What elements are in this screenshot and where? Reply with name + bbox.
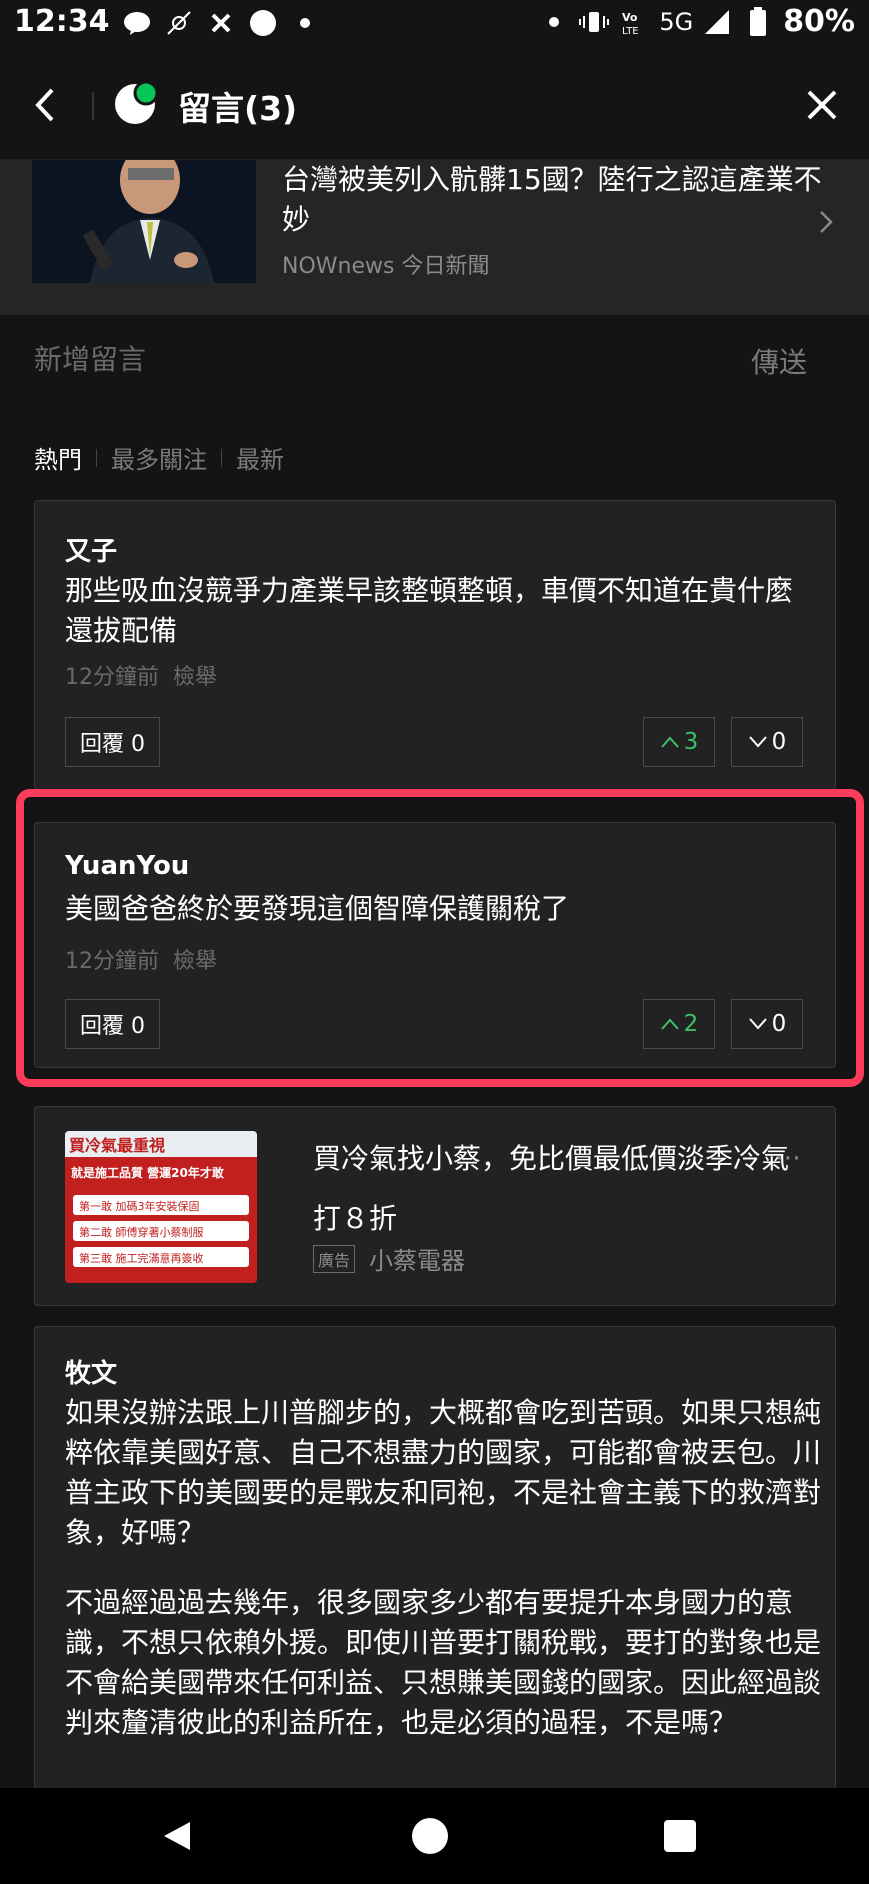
reply-button[interactable]: 回覆 0 xyxy=(65,717,160,767)
battery-percent: 80% xyxy=(783,4,855,39)
comment-card: 牧文 如果沒辦法跟上川普腳步的，大概都會吃到苦頭。如果只想純粹依靠美國好意、自己… xyxy=(34,1326,836,1796)
satellite-icon xyxy=(164,8,194,38)
tab-newest[interactable]: 最新 xyxy=(236,440,284,475)
svg-text:LTE: LTE xyxy=(622,26,639,37)
comment-time: 12分鐘前 xyxy=(65,949,159,974)
comment-text: 那些吸血沒競爭力產業早該整頓整頓，車價不知道在貴什麼還拔配備 xyxy=(65,574,794,647)
chevron-left-icon xyxy=(35,88,54,122)
ad-badge: 廣告 xyxy=(313,1245,356,1273)
tab-most-followed[interactable]: 最多關注 xyxy=(111,440,207,475)
downvote-count: 0 xyxy=(771,1011,787,1037)
ad-image-line3: 第三敢 施工完滿意再簽收 xyxy=(79,1251,204,1265)
tab-divider xyxy=(96,448,97,467)
upvote-count: 2 xyxy=(683,1011,699,1037)
ad-card[interactable]: 買冷氣最重視 就是施工品質 營運20年才敢 第一敢 加碼3年安裝保固 第二敢 師… xyxy=(34,1106,836,1306)
ad-image-headline: 買冷氣最重視 xyxy=(69,1136,165,1155)
vibrate-icon xyxy=(579,7,610,37)
cross-icon xyxy=(206,8,236,38)
comment-card: YuanYou 美國爸爸終於要發現這個智障保護關稅了 12分鐘前 檢舉 回覆 0 … xyxy=(34,822,836,1068)
comment-text: 美國爸爸終於要發現這個智障保護關稅了 xyxy=(65,892,570,925)
comment-text: 如果沒辦法跟上川普腳步的，大概都會吃到苦頭。如果只想純粹依靠美國好意、自己不想盡… xyxy=(65,1396,822,1549)
back-button[interactable] xyxy=(22,80,72,130)
downvote-button[interactable]: 0 xyxy=(731,717,803,767)
chevron-down-icon xyxy=(748,1018,767,1030)
ad-image: 買冷氣最重視 就是施工品質 營運20年才敢 第一敢 加碼3年安裝保固 第二敢 師… xyxy=(65,1131,257,1283)
close-button[interactable] xyxy=(797,80,847,130)
nav-recents-button[interactable] xyxy=(664,1820,696,1852)
downvote-count: 0 xyxy=(771,729,787,755)
ad-image-line2: 第二敢 師傅穿著小蔡制服 xyxy=(79,1225,204,1239)
comment-time: 12分鐘前 xyxy=(65,665,159,690)
downvote-button[interactable]: 0 xyxy=(731,999,803,1049)
article-thumbnail xyxy=(32,160,256,283)
line-icon xyxy=(122,8,152,38)
tab-hot[interactable]: 熱門 xyxy=(34,440,82,475)
page-title: 留言(3) xyxy=(178,89,298,128)
article-link[interactable]: 台灣被美列入骯髒15國？陸行之認這產業不妙 NOWnews 今日新聞 xyxy=(0,160,869,315)
report-link[interactable]: 檢舉 xyxy=(173,949,217,974)
top-bar: 留言(3) xyxy=(0,50,869,160)
clock: 12:34 xyxy=(14,4,110,39)
chevron-up-icon xyxy=(660,736,679,748)
comment-author: YuanYou xyxy=(65,851,190,881)
close-icon xyxy=(807,90,837,120)
ad-title: 買冷氣找小蔡，免比價最低價淡季冷氣打８折 xyxy=(313,1142,790,1235)
reply-button[interactable]: 回覆 0 xyxy=(65,999,160,1049)
dot-icon xyxy=(290,8,320,38)
comment-text: 不過經過過去幾年，很多國家多少都有要提升本身國力的意識，不想只依賴外援。即使川普… xyxy=(65,1586,822,1739)
ad-image-line1: 第一敢 加碼3年安裝保固 xyxy=(79,1199,200,1213)
triangle-back-icon xyxy=(164,1822,190,1850)
article-title: 台灣被美列入骯髒15國？陸行之認這產業不妙 xyxy=(282,163,822,236)
volte-icon: Vo LTE xyxy=(619,7,649,37)
comments-brand-icon xyxy=(114,80,160,126)
upvote-button[interactable]: 2 xyxy=(643,999,715,1049)
upvote-button[interactable]: 3 xyxy=(643,717,715,767)
chevron-right-icon xyxy=(815,206,839,238)
send-button[interactable]: 傳送 xyxy=(751,341,807,381)
report-link[interactable]: 檢舉 xyxy=(173,665,217,690)
dot-icon xyxy=(539,7,569,37)
system-icons: Vo LTE 5G 80% xyxy=(539,4,855,39)
chevron-down-icon xyxy=(748,736,767,748)
status-bar: 12:34 Vo LTE 5G 80% xyxy=(0,0,869,50)
article-source: NOWnews 今日新聞 xyxy=(282,254,490,279)
ad-image-sub: 就是施工品質 營運20年才敢 xyxy=(71,1165,225,1180)
comment-input[interactable] xyxy=(34,337,634,381)
comment-author: 牧文 xyxy=(65,1359,118,1389)
notification-icons xyxy=(122,8,320,38)
svg-text:Vo: Vo xyxy=(622,11,638,24)
nav-home-button[interactable] xyxy=(412,1818,448,1854)
divider xyxy=(92,92,94,120)
upvote-count: 3 xyxy=(683,729,699,755)
chevron-up-icon xyxy=(660,1018,679,1030)
compose-bar: 傳送 xyxy=(0,315,869,405)
signal-icon xyxy=(703,7,733,37)
circle-icon xyxy=(248,8,278,38)
comment-meta: 12分鐘前 檢舉 xyxy=(65,943,231,975)
comment-card: 又子 那些吸血沒競爭力產業早該整頓整頓，車價不知道在貴什麼還拔配備 12分鐘前檢… xyxy=(34,500,836,790)
battery-icon xyxy=(743,6,773,37)
comment-author: 又子 xyxy=(65,537,118,567)
sort-tabs: 熱門 最多關注 最新 xyxy=(34,440,284,475)
ad-advertiser: 小蔡電器 xyxy=(369,1247,465,1275)
comment-meta: 12分鐘前 檢舉 xyxy=(65,659,231,691)
network-type: 5G xyxy=(659,7,694,36)
tab-divider xyxy=(221,448,222,467)
more-icon[interactable]: ⋯ xyxy=(775,1143,801,1173)
nav-back-button[interactable] xyxy=(160,1818,196,1854)
system-nav-bar xyxy=(0,1788,869,1884)
